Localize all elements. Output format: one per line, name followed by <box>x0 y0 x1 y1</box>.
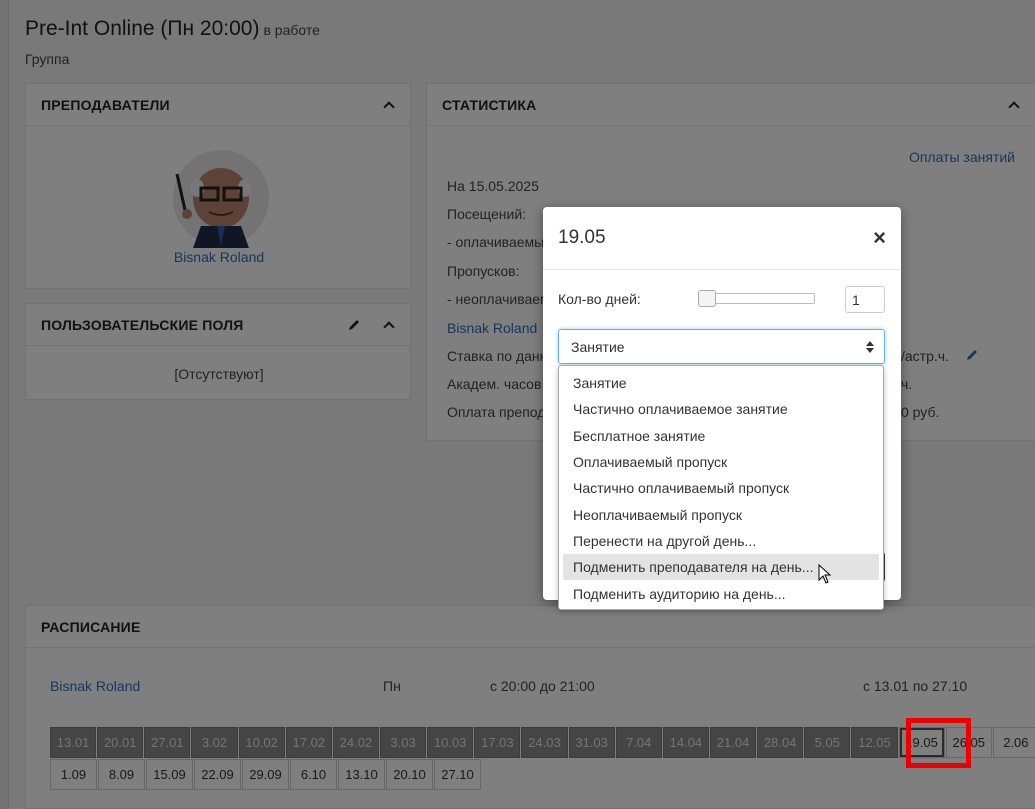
days-slider[interactable] <box>698 290 815 307</box>
days-count-label: Кол-во дней: <box>558 291 641 307</box>
select-caret-icon <box>866 340 874 354</box>
lesson-type-dropdown: Занятие Частично оплачиваемое занятие Бесп… <box>558 365 884 610</box>
dropdown-option[interactable]: Частично оплачиваемый пропуск <box>563 475 879 501</box>
dropdown-option[interactable]: Оплачиваемый пропуск <box>563 449 879 475</box>
modal-title: 19.05 <box>558 227 606 248</box>
days-count-input[interactable] <box>845 286 885 313</box>
close-icon[interactable]: × <box>873 225 886 251</box>
select-value: Занятие <box>571 338 625 355</box>
slider-handle[interactable] <box>698 290 716 307</box>
dropdown-option[interactable]: Частично оплачиваемое занятие <box>563 396 879 422</box>
lesson-type-select[interactable]: Занятие <box>558 329 885 364</box>
dropdown-option[interactable]: Подменить аудиторию на день... <box>563 580 879 606</box>
dropdown-option[interactable]: Перенести на другой день... <box>563 528 879 554</box>
dropdown-option[interactable]: Неоплачиваемый пропуск <box>563 501 879 527</box>
dropdown-option[interactable]: Бесплатное занятие <box>563 423 879 449</box>
dropdown-option[interactable]: Занятие <box>563 370 879 396</box>
highlight-frame <box>906 718 971 768</box>
modal-header: 19.05 × <box>543 207 901 270</box>
mouse-cursor-icon <box>818 564 832 584</box>
